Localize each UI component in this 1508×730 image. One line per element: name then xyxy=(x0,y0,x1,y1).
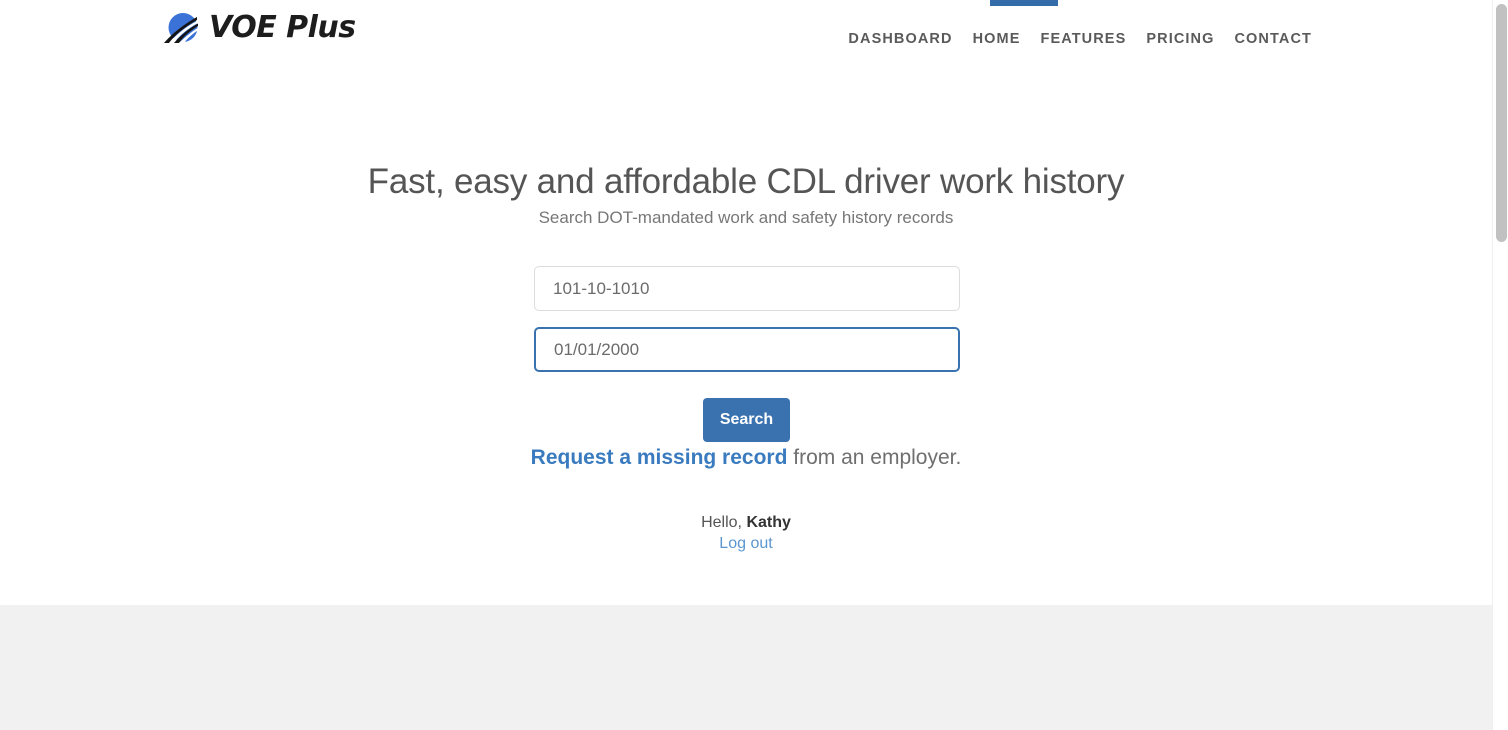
request-record-line: Request a missing record from an employe… xyxy=(0,444,1492,472)
brand-logo-link[interactable]: VOE Plus xyxy=(161,8,356,48)
user-name: Kathy xyxy=(746,514,791,531)
nav-item-home[interactable]: Home xyxy=(963,31,1031,47)
main-navigation: Dashboard Home Features Pricing Contact xyxy=(838,31,1322,47)
page-title: Fast, easy and affordable CDL driver wor… xyxy=(367,162,1125,201)
brand-name: VOE Plus xyxy=(209,10,356,45)
page-subtitle: Search DOT-mandated work and safety hist… xyxy=(538,208,954,227)
ssn-input[interactable] xyxy=(534,266,960,311)
search-button[interactable]: Search xyxy=(703,398,790,442)
browser-page: VOE Plus Dashboard Home Features Pricing… xyxy=(0,0,1508,730)
logout-line: Log out xyxy=(0,533,1492,554)
logout-link[interactable]: Log out xyxy=(719,535,772,552)
nav-item-pricing[interactable]: Pricing xyxy=(1136,31,1224,47)
page-viewport: VOE Plus Dashboard Home Features Pricing… xyxy=(0,0,1492,730)
scrollbar-thumb[interactable] xyxy=(1496,4,1507,242)
nav-item-dashboard[interactable]: Dashboard xyxy=(838,31,962,47)
nav-item-features[interactable]: Features xyxy=(1030,31,1136,47)
page-scrollbar[interactable] xyxy=(1492,0,1508,730)
request-missing-record-link[interactable]: Request a missing record xyxy=(531,446,788,469)
site-header: VOE Plus Dashboard Home Features Pricing… xyxy=(0,0,1492,76)
nav-item-contact[interactable]: Contact xyxy=(1224,31,1322,47)
date-of-birth-input[interactable] xyxy=(534,327,960,372)
greeting-prefix: Hello, xyxy=(701,514,747,531)
footer-band xyxy=(0,605,1492,730)
user-greeting: Hello, Kathy xyxy=(0,512,1492,533)
road-circle-logo-icon xyxy=(161,8,202,48)
request-record-suffix: from an employer. xyxy=(787,446,962,469)
